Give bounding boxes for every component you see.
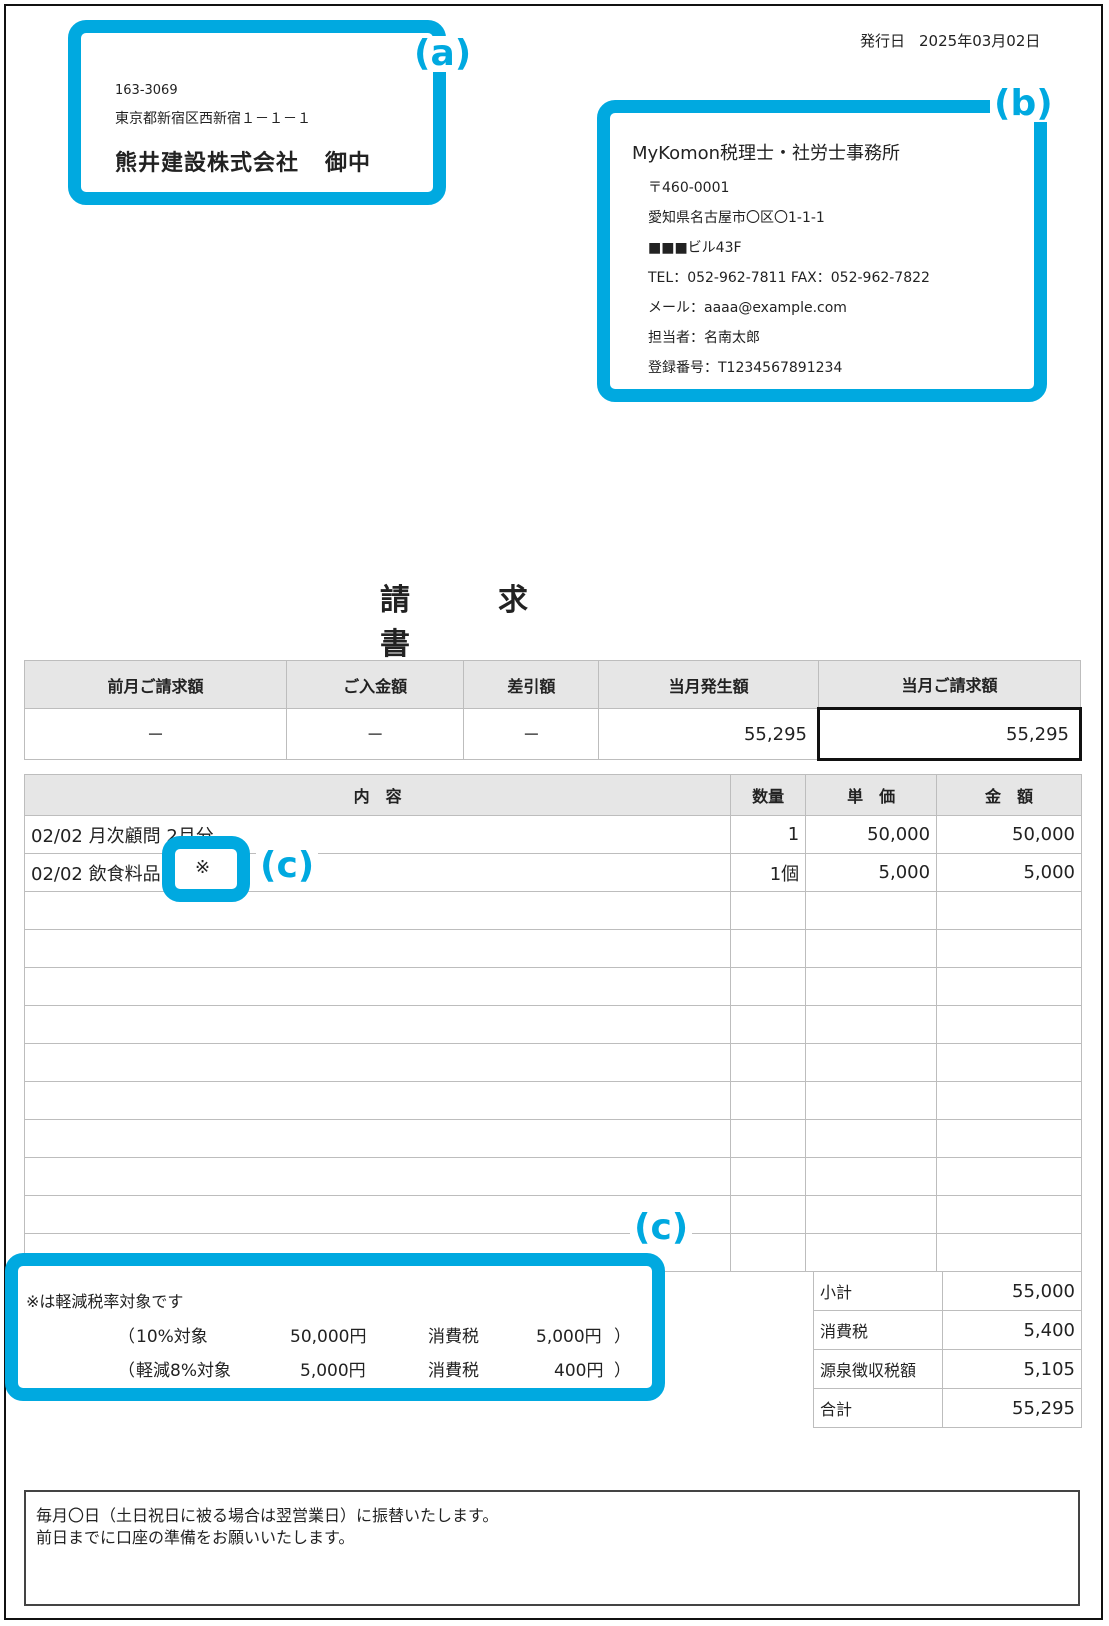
table-row-empty: [23, 1119, 1082, 1158]
recipient-address: 東京都新宿区西新宿１－１－１: [115, 111, 311, 127]
summary-value: －: [285, 708, 465, 760]
sender-phone: TEL：052-962-7811 FAX：052-962-7822: [648, 270, 930, 286]
summary-header: 前月ご請求額: [24, 660, 287, 709]
sender-zip: 〒460-0001: [648, 180, 730, 196]
item-amount: 50,000: [936, 815, 1082, 854]
recipient-honorific: 御中: [325, 151, 372, 176]
totals-table: 小計 55,000 消費税 5,400 源泉徴収税額 5,105 合計 55,295: [812, 1271, 1082, 1428]
items-header-quantity: 数量: [730, 774, 807, 816]
table-row-empty: [23, 1195, 1082, 1234]
remarks-line: 毎月〇日（土日祝日に被る場合は翌営業日）に振替いたします。: [36, 1506, 499, 1525]
sender-name: MyKomon税理士・社労士事務所: [632, 143, 901, 164]
recipient-address-block: 163-3069 東京都新宿区西新宿１－１－１ 熊井建設株式会社 御中: [68, 20, 446, 205]
callout-label-c-mark: (c): [256, 848, 319, 884]
recipient-company-name: 熊井建設株式会社: [115, 151, 300, 176]
item-unit-price: 5,000: [805, 853, 938, 892]
summary-header: 当月発生額: [598, 660, 819, 709]
sender-address-line2: ■■■ビル43F: [648, 240, 742, 256]
summary-value: －: [24, 708, 287, 760]
summary-table: 前月ご請求額 ご入金額 差引額 当月発生額 当月ご請求額 － － － 55,29…: [24, 660, 1083, 761]
summary-header: 当月ご請求額: [817, 660, 1082, 709]
callout-label-b: (b): [990, 86, 1057, 122]
item-unit-price: 50,000: [805, 815, 938, 854]
summary-value: 55,295: [598, 708, 819, 760]
items-header-description: 内 容: [23, 774, 732, 816]
reduced-rate-mark: ※: [195, 857, 211, 878]
summary-header: ご入金額: [285, 660, 465, 709]
callout-label-c-tax: (c): [630, 1210, 693, 1246]
table-row-empty: [23, 1043, 1082, 1082]
item-description: 02/02 月次顧問 2月分: [23, 815, 732, 854]
issue-date: 発行日 2025年03月02日: [860, 30, 1040, 51]
table-row-empty: [23, 967, 1082, 1006]
reduced-rate-mark-callout: ※: [162, 836, 250, 902]
issue-date-label: 発行日: [860, 32, 906, 50]
recipient-zip: 163-3069: [115, 83, 178, 98]
items-header-unit-price: 単 価: [805, 774, 938, 816]
item-description: 02/02 飲食料品: [23, 853, 732, 892]
sender-contact: 担当者：名南太郎: [648, 330, 760, 346]
item-quantity: 1個: [730, 853, 807, 892]
totals-row-subtotal: 小計 55,000: [812, 1271, 1082, 1311]
sender-registration: 登録番号：T1234567891234: [648, 360, 843, 376]
item-quantity: 1: [730, 815, 807, 854]
summary-value: －: [463, 708, 600, 760]
callout-label-a: (a): [410, 36, 476, 72]
issue-date-value: 2025年03月02日: [919, 32, 1041, 50]
totals-row-consumption-tax: 消費税 5,400: [812, 1310, 1082, 1350]
table-row-empty: [23, 1157, 1082, 1196]
summary-header: 差引額: [463, 660, 600, 709]
sender-address-block: MyKomon税理士・社労士事務所 〒460-0001 愛知県名古屋市〇区〇1-…: [597, 100, 1047, 402]
items-header-amount: 金 額: [936, 774, 1082, 816]
sender-address-line1: 愛知県名古屋市〇区〇1-1-1: [648, 210, 825, 226]
table-row-empty: [23, 929, 1082, 968]
tax-breakdown-callout: ※は軽減税率対象です （ 10%対象 50,000円 消費税 5,000円 ） …: [5, 1253, 665, 1401]
sender-email: メール：aaaa@example.com: [648, 300, 847, 316]
table-row-empty: [23, 1005, 1082, 1044]
recipient-company: 熊井建設株式会社 御中: [115, 145, 371, 177]
item-amount: 5,000: [936, 853, 1082, 892]
document-title: 請求書: [380, 583, 528, 662]
reduced-rate-note: ※は軽減税率対象です: [26, 1292, 184, 1311]
table-row-empty: [23, 1081, 1082, 1120]
remarks-box: 毎月〇日（土日祝日に被る場合は翌営業日）に振替いたします。 前日までに口座の準備…: [24, 1490, 1080, 1606]
current-billing-amount: 55,295: [816, 707, 1083, 761]
totals-row-withholding-tax: 源泉徴収税額 5,105: [812, 1349, 1082, 1389]
totals-row-total: 合計 55,295: [812, 1388, 1082, 1428]
remarks-line: 前日までに口座の準備をお願いいたします。: [36, 1528, 355, 1547]
